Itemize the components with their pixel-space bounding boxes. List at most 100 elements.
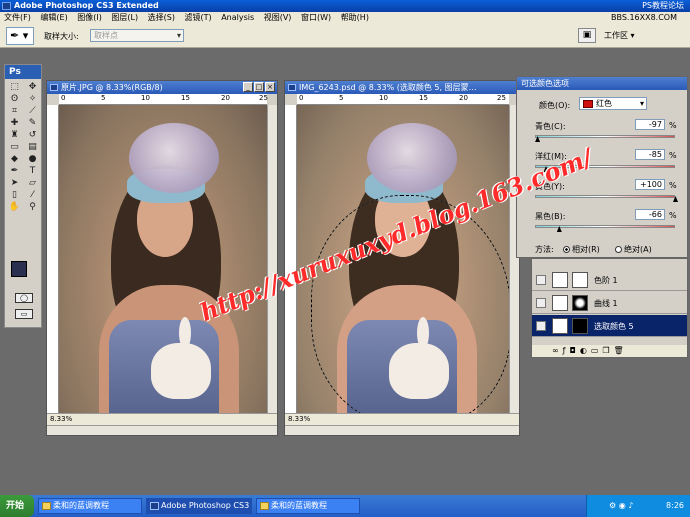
workspace-menu[interactable]: 工作区 ▾ bbox=[604, 28, 666, 43]
menu-window[interactable]: 窗口(W) bbox=[301, 13, 331, 22]
menu-select[interactable]: 选择(S) bbox=[148, 13, 175, 22]
layer-thumbnail bbox=[552, 295, 568, 311]
foreground-color-swatch[interactable] bbox=[11, 261, 27, 277]
new-layer-icon[interactable]: ❐ bbox=[602, 346, 613, 355]
visibility-icon[interactable] bbox=[536, 298, 546, 308]
menu-edit[interactable]: 编辑(E) bbox=[40, 13, 67, 22]
close-icon[interactable]: × bbox=[265, 82, 275, 92]
magenta-unit: % bbox=[669, 151, 677, 160]
path-select-icon[interactable]: ➤ bbox=[6, 178, 23, 189]
zoom-icon[interactable]: ⚲ bbox=[24, 202, 41, 213]
taskbar-item[interactable]: 柔和的蓝调教程 bbox=[256, 498, 360, 514]
menu-file[interactable]: 文件(F) bbox=[4, 13, 31, 22]
gradient-icon[interactable]: ▤ bbox=[24, 142, 41, 153]
colors-dropdown[interactable]: 红色 bbox=[579, 97, 647, 110]
menu-image[interactable]: 图像(I) bbox=[77, 13, 102, 22]
radio-selected-icon bbox=[563, 246, 570, 253]
blur-icon[interactable]: ◆ bbox=[6, 154, 23, 165]
lasso-icon[interactable]: ʘ bbox=[6, 94, 23, 105]
document-window-original[interactable]: 原片.JPG @ 8.33%(RGB/8) _ □ × 0 5 10 15 20… bbox=[46, 80, 278, 436]
cyan-input[interactable]: -97 bbox=[635, 119, 665, 130]
watermark-forum: PS教程论坛 bbox=[642, 1, 684, 10]
tray-icons[interactable]: ⚙ ◉ ♪ bbox=[609, 495, 633, 517]
black-input[interactable]: -66 bbox=[635, 209, 665, 220]
shape-icon[interactable]: ▱ bbox=[24, 178, 41, 189]
slice-icon[interactable]: ⟋ bbox=[24, 106, 41, 117]
vertical-scrollbar[interactable] bbox=[267, 105, 277, 413]
window-controls: _ □ × bbox=[243, 82, 275, 92]
magic-wand-icon[interactable]: ✧ bbox=[24, 94, 41, 105]
document-title-text: IMG_6243.psd @ 8.33% (选取颜色 5, 图层蒙… bbox=[299, 83, 477, 92]
menu-filter[interactable]: 滤镜(T) bbox=[185, 13, 212, 22]
clone-stamp-icon[interactable]: ♜ bbox=[6, 130, 23, 141]
toolbox: Ps ⬚ ✥ ʘ ✧ ⌗ ⟋ ✚ ✎ ♜ ↺ ▭ ▤ ◆ ● ✒ T ➤ ▱ ▯… bbox=[4, 64, 42, 328]
zoom-level[interactable]: 8.33% bbox=[288, 415, 310, 423]
eyedropper-tool-icon[interactable]: ⁄ bbox=[24, 190, 41, 201]
layer-row[interactable]: 色阶 1 bbox=[532, 269, 687, 291]
start-button[interactable]: 开始 bbox=[0, 495, 34, 517]
horizontal-scrollbar[interactable] bbox=[47, 425, 277, 435]
yellow-input[interactable]: +100 bbox=[635, 179, 665, 190]
yellow-slider-track[interactable] bbox=[535, 195, 675, 198]
taskbar-item-active[interactable]: Adobe Photoshop CS3 E... bbox=[146, 498, 252, 514]
visibility-icon[interactable] bbox=[536, 275, 546, 285]
vertical-ruler bbox=[47, 105, 59, 413]
menu-layer[interactable]: 图层(L) bbox=[111, 13, 138, 22]
fx-icon[interactable]: ƒ bbox=[563, 346, 570, 355]
system-tray: ⚙ ◉ ♪ 8:26 bbox=[586, 495, 690, 517]
ruler-tick: 5 bbox=[101, 94, 106, 102]
zoom-level[interactable]: 8.33% bbox=[50, 415, 72, 423]
menu-analysis[interactable]: Analysis bbox=[221, 13, 254, 22]
screen-mode-icon[interactable]: ▭ bbox=[15, 309, 33, 319]
menu-view[interactable]: 视图(V) bbox=[264, 13, 292, 22]
visibility-icon[interactable] bbox=[536, 321, 546, 331]
dodge-icon[interactable]: ● bbox=[24, 154, 41, 165]
ruler-tick: 20 bbox=[221, 94, 230, 102]
menu-help[interactable]: 帮助(H) bbox=[341, 13, 369, 22]
hand-icon[interactable]: ✋ bbox=[6, 202, 23, 213]
sample-size-select[interactable]: 取样点 bbox=[90, 29, 184, 42]
method-relative-radio[interactable]: 相对(R) bbox=[563, 244, 600, 255]
layer-row[interactable]: 曲线 1 bbox=[532, 292, 687, 314]
document-title-text: 原片.JPG @ 8.33%(RGB/8) bbox=[61, 83, 163, 92]
mask-icon[interactable]: ◘ bbox=[570, 346, 580, 355]
trash-icon[interactable]: 🗑 bbox=[614, 346, 628, 355]
cyan-slider-track[interactable] bbox=[535, 135, 675, 138]
adjustment-icon[interactable]: ◐ bbox=[580, 346, 591, 355]
photo-hat bbox=[367, 123, 457, 193]
eraser-icon[interactable]: ▭ bbox=[6, 142, 23, 153]
layer-thumbnail bbox=[552, 318, 568, 334]
black-slider-track[interactable] bbox=[535, 225, 675, 228]
notes-icon[interactable]: ▯ bbox=[6, 190, 23, 201]
clock[interactable]: 8:26 bbox=[666, 495, 684, 517]
link-icon[interactable]: ∞ bbox=[552, 346, 563, 355]
magenta-input[interactable]: -85 bbox=[635, 149, 665, 160]
maximize-icon[interactable]: □ bbox=[254, 82, 264, 92]
photo-rabbit bbox=[151, 343, 211, 399]
minimize-icon[interactable]: _ bbox=[243, 82, 253, 92]
horizontal-scrollbar[interactable] bbox=[285, 425, 519, 435]
pen-icon[interactable]: ✒ bbox=[6, 166, 23, 177]
folder-icon[interactable]: ▭ bbox=[591, 346, 603, 355]
menu-bar: 文件(F) 编辑(E) 图像(I) 图层(L) 选择(S) 滤镜(T) Anal… bbox=[0, 12, 690, 24]
taskbar-item[interactable]: 柔和的蓝调教程 bbox=[38, 498, 142, 514]
history-brush-icon[interactable]: ↺ bbox=[24, 130, 41, 141]
layer-row-active[interactable]: 选取颜色 5 bbox=[532, 315, 687, 337]
black-unit: % bbox=[669, 211, 677, 220]
brush-icon[interactable]: ✎ bbox=[24, 118, 41, 129]
photo-rabbit-ear bbox=[179, 317, 191, 349]
method-absolute-radio[interactable]: 绝对(A) bbox=[615, 244, 652, 255]
method-label: 方法: bbox=[535, 245, 554, 254]
eyedropper-icon[interactable]: ✒ ▾ bbox=[6, 27, 34, 45]
photo-canvas-original[interactable] bbox=[59, 105, 267, 413]
cyan-unit: % bbox=[669, 121, 677, 130]
move-icon[interactable]: ✥ bbox=[24, 82, 41, 93]
type-icon[interactable]: T bbox=[24, 166, 41, 177]
layers-panel: 色阶 1 曲线 1 选取颜色 5 ∞ƒ◘◐▭❐🗑 bbox=[531, 258, 688, 358]
colors-label: 颜色(O): bbox=[539, 101, 571, 110]
healing-icon[interactable]: ✚ bbox=[6, 118, 23, 129]
crop-icon[interactable]: ⌗ bbox=[6, 106, 23, 117]
marquee-icon[interactable]: ⬚ bbox=[6, 82, 23, 93]
workspace-panel-icon[interactable]: ▣ bbox=[578, 28, 596, 43]
quick-mask-icon[interactable]: ◯ bbox=[15, 293, 33, 303]
